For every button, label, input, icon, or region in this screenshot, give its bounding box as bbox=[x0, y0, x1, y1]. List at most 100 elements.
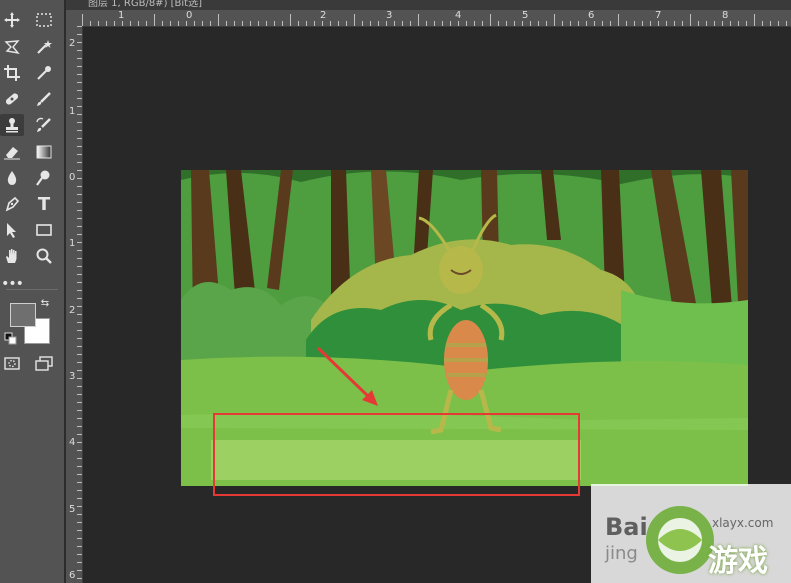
ruler-tick bbox=[77, 274, 82, 275]
top-ruler-label: 5 bbox=[522, 10, 529, 21]
ruler-tick bbox=[274, 21, 275, 26]
ruler-tick bbox=[394, 21, 395, 26]
eraser-tool-icon[interactable] bbox=[0, 141, 24, 163]
eyedropper-tool-icon[interactable] bbox=[32, 62, 56, 84]
ruler-tick bbox=[642, 21, 643, 26]
ruler-tick bbox=[77, 578, 82, 579]
ruler-tick bbox=[330, 21, 331, 26]
history-brush-tool-icon[interactable] bbox=[32, 114, 56, 136]
highlight-rectangle bbox=[213, 413, 580, 496]
left-ruler-label: 6 bbox=[69, 570, 76, 581]
ruler-tick bbox=[506, 21, 507, 26]
ruler-tick bbox=[186, 21, 187, 26]
ruler-tick bbox=[698, 21, 699, 26]
lasso-tool-icon[interactable] bbox=[0, 36, 24, 58]
ruler-tick bbox=[754, 14, 755, 26]
marquee-tool-icon[interactable] bbox=[32, 9, 56, 31]
ruler-tick bbox=[202, 21, 203, 26]
rectangle-tool-icon[interactable] bbox=[32, 219, 56, 241]
top-ruler-label: 6 bbox=[588, 10, 595, 21]
ruler-tick bbox=[730, 21, 731, 26]
ruler-tick bbox=[77, 562, 82, 563]
zoom-tool-icon[interactable] bbox=[32, 245, 56, 267]
gradient-tool-icon[interactable] bbox=[32, 141, 56, 163]
top-ruler[interactable]: 1 0 2 3 4 5 6 7 8 bbox=[82, 10, 791, 27]
ruler-tick bbox=[77, 482, 82, 483]
ruler-tick bbox=[626, 21, 627, 26]
document-tab-title[interactable]: 图层 1, RGB/8#) [Bit选] bbox=[88, 0, 202, 9]
ruler-tick bbox=[322, 21, 323, 26]
pen-tool-icon[interactable] bbox=[0, 193, 24, 215]
ruler-tick bbox=[77, 130, 82, 131]
ruler-tick bbox=[402, 21, 403, 26]
ruler-tick bbox=[426, 21, 427, 26]
more-tools-icon[interactable]: ••• bbox=[0, 273, 24, 295]
ruler-tick bbox=[634, 21, 635, 26]
ruler-tick bbox=[77, 242, 82, 243]
ruler-tick bbox=[250, 21, 251, 26]
left-ruler-label: 5 bbox=[69, 504, 76, 515]
ruler-tick bbox=[77, 506, 82, 507]
ruler-tick bbox=[738, 21, 739, 26]
ruler-tick bbox=[77, 66, 82, 67]
top-ruler-label: 4 bbox=[455, 10, 462, 21]
ruler-tick bbox=[290, 14, 291, 26]
healing-tool-icon[interactable] bbox=[0, 88, 24, 110]
ruler-tick bbox=[306, 21, 307, 26]
ruler-tick bbox=[522, 21, 523, 26]
clone-stamp-tool-icon[interactable] bbox=[0, 114, 24, 136]
ruler-tick bbox=[77, 498, 82, 499]
left-ruler-label: 0 bbox=[69, 172, 76, 183]
foreground-color-swatch[interactable] bbox=[10, 303, 36, 327]
screen-mode-icon[interactable] bbox=[32, 352, 56, 374]
move-tool-icon[interactable] bbox=[0, 9, 24, 31]
ruler-tick bbox=[578, 21, 579, 26]
hand-tool-icon[interactable] bbox=[0, 245, 24, 267]
ruler-tick bbox=[378, 21, 379, 26]
ruler-tick bbox=[658, 21, 659, 26]
document-tab-strip: 图层 1, RGB/8#) [Bit选] bbox=[66, 0, 791, 10]
ruler-tick bbox=[77, 178, 82, 179]
ruler-tick bbox=[610, 21, 611, 26]
default-colors-icon[interactable] bbox=[4, 332, 18, 346]
ruler-tick bbox=[77, 34, 82, 35]
blur-tool-icon[interactable] bbox=[0, 167, 24, 189]
ruler-tick bbox=[130, 21, 131, 26]
ruler-tick bbox=[82, 14, 83, 26]
ruler-tick bbox=[538, 21, 539, 26]
ruler-corner[interactable] bbox=[66, 10, 82, 26]
ruler-tick bbox=[778, 21, 779, 26]
ruler-tick bbox=[234, 21, 235, 26]
ruler-tick bbox=[594, 21, 595, 26]
quick-mask-icon[interactable] bbox=[0, 352, 24, 374]
ruler-tick bbox=[77, 58, 82, 59]
magic-wand-tool-icon[interactable] bbox=[32, 36, 56, 58]
ruler-tick bbox=[77, 418, 82, 419]
swap-colors-icon[interactable]: ⇆ bbox=[38, 296, 52, 310]
left-ruler[interactable]: 2 1 0 1 2 3 4 5 6 bbox=[66, 26, 83, 583]
crop-tool-icon[interactable] bbox=[0, 62, 24, 84]
ruler-tick bbox=[354, 14, 355, 26]
ruler-tick bbox=[77, 202, 82, 203]
ruler-tick bbox=[370, 21, 371, 26]
ruler-tick bbox=[226, 21, 227, 26]
ruler-tick bbox=[154, 14, 155, 26]
ruler-tick bbox=[77, 346, 82, 347]
brush-tool-icon[interactable] bbox=[32, 88, 56, 110]
ruler-tick bbox=[77, 306, 82, 307]
ruler-tick bbox=[77, 186, 82, 187]
ruler-tick bbox=[194, 21, 195, 26]
ruler-tick bbox=[690, 14, 691, 26]
dodge-tool-icon[interactable] bbox=[32, 167, 56, 189]
ruler-tick bbox=[77, 210, 82, 211]
ruler-tick bbox=[162, 21, 163, 26]
ruler-tick bbox=[762, 21, 763, 26]
ruler-tick bbox=[77, 226, 82, 227]
top-ruler-label: 2 bbox=[320, 10, 327, 21]
ruler-tick bbox=[77, 410, 82, 411]
type-tool-icon[interactable]: T bbox=[32, 193, 56, 215]
ruler-tick bbox=[218, 14, 219, 26]
path-selection-tool-icon[interactable] bbox=[0, 219, 24, 241]
ruler-tick bbox=[77, 314, 82, 315]
ruler-tick bbox=[77, 570, 82, 571]
